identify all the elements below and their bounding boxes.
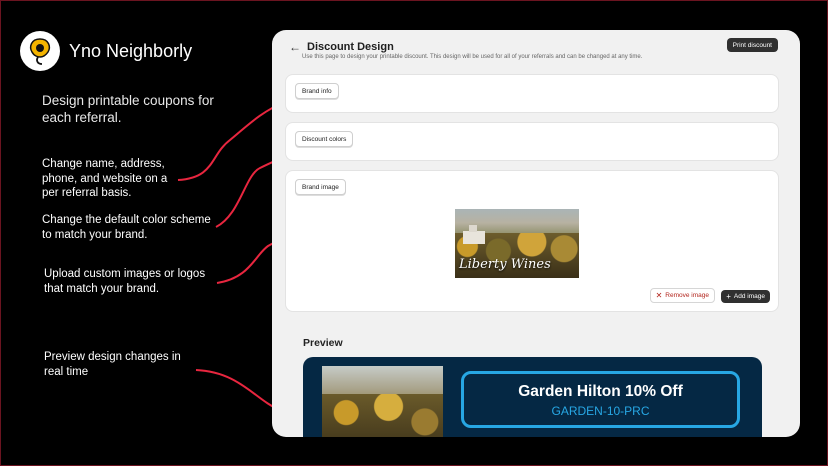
preview-heading: Preview [303,337,343,349]
coupon-code: GARDEN-10-PRC [551,404,650,418]
coupon-title: Garden Hilton 10% Off [518,383,683,400]
discount-colors-card: Discount colors [286,123,778,160]
annotation-line: Change the default color scheme [42,214,211,226]
remove-image-label: Remove image [665,292,709,299]
remove-image-button[interactable]: ✕ Remove image [649,288,715,303]
brand-image-text: Liberty Wines [459,257,551,272]
brand-image-toggle[interactable]: Brand image [295,179,346,195]
annotation-line: each referral. [42,110,122,125]
annotation-line: phone, and website on a [42,172,168,185]
annotation-line: per referral basis. [42,187,132,199]
page-subtitle: Use this page to design your printable d… [302,54,643,60]
brand-name: Yno Neighborly [69,40,193,61]
annotation-colors: Change the default color scheme to match… [42,213,211,242]
annotation-line: that match your brand. [44,282,160,295]
annotation-line: Preview design changes in [44,351,181,363]
brand-info-card: Brand info [286,75,778,112]
add-image-button[interactable]: + Add image [721,290,770,303]
annotation-images: Upload custom images or logos that match… [44,267,205,296]
annotation-brand-info: Change name, address, phone, and website… [42,157,167,201]
brand-image-card: Brand image Liberty Wines ✕ Remove image… [286,171,778,311]
brand-info-toggle[interactable]: Brand info [295,83,339,99]
coupon-box: Garden Hilton 10% Off GARDEN-10-PRC [461,371,740,428]
coupon-preview: Garden Hilton 10% Off GARDEN-10-PRC [303,357,762,437]
back-arrow-icon[interactable]: ← [289,40,301,54]
annotation-line: Change name, address, [42,158,165,170]
brand-logo-icon [20,31,60,71]
add-image-label: Add image [733,293,765,300]
annotation-intro: Design printable coupons for each referr… [42,92,214,126]
app-window: ← Discount Design Use this page to desig… [272,30,800,437]
annotation-line: Upload custom images or logos [44,268,206,280]
page-header: ← Discount Design [289,40,394,54]
annotation-line: Design printable coupons for [42,93,214,108]
page-title: Discount Design [307,41,394,53]
brand-header: Yno Neighborly [20,31,192,71]
plus-icon: + [726,292,731,301]
close-icon: ✕ [655,291,663,300]
coupon-image [322,366,443,437]
annotation-line: to match your brand. [42,228,148,241]
discount-colors-toggle[interactable]: Discount colors [295,131,354,147]
image-building [463,225,485,244]
brand-image-preview: Liberty Wines [455,209,579,278]
annotation-line: real time [44,365,89,378]
print-discount-button[interactable]: Print discount [726,38,778,52]
annotation-preview: Preview design changes in real time [44,350,181,379]
